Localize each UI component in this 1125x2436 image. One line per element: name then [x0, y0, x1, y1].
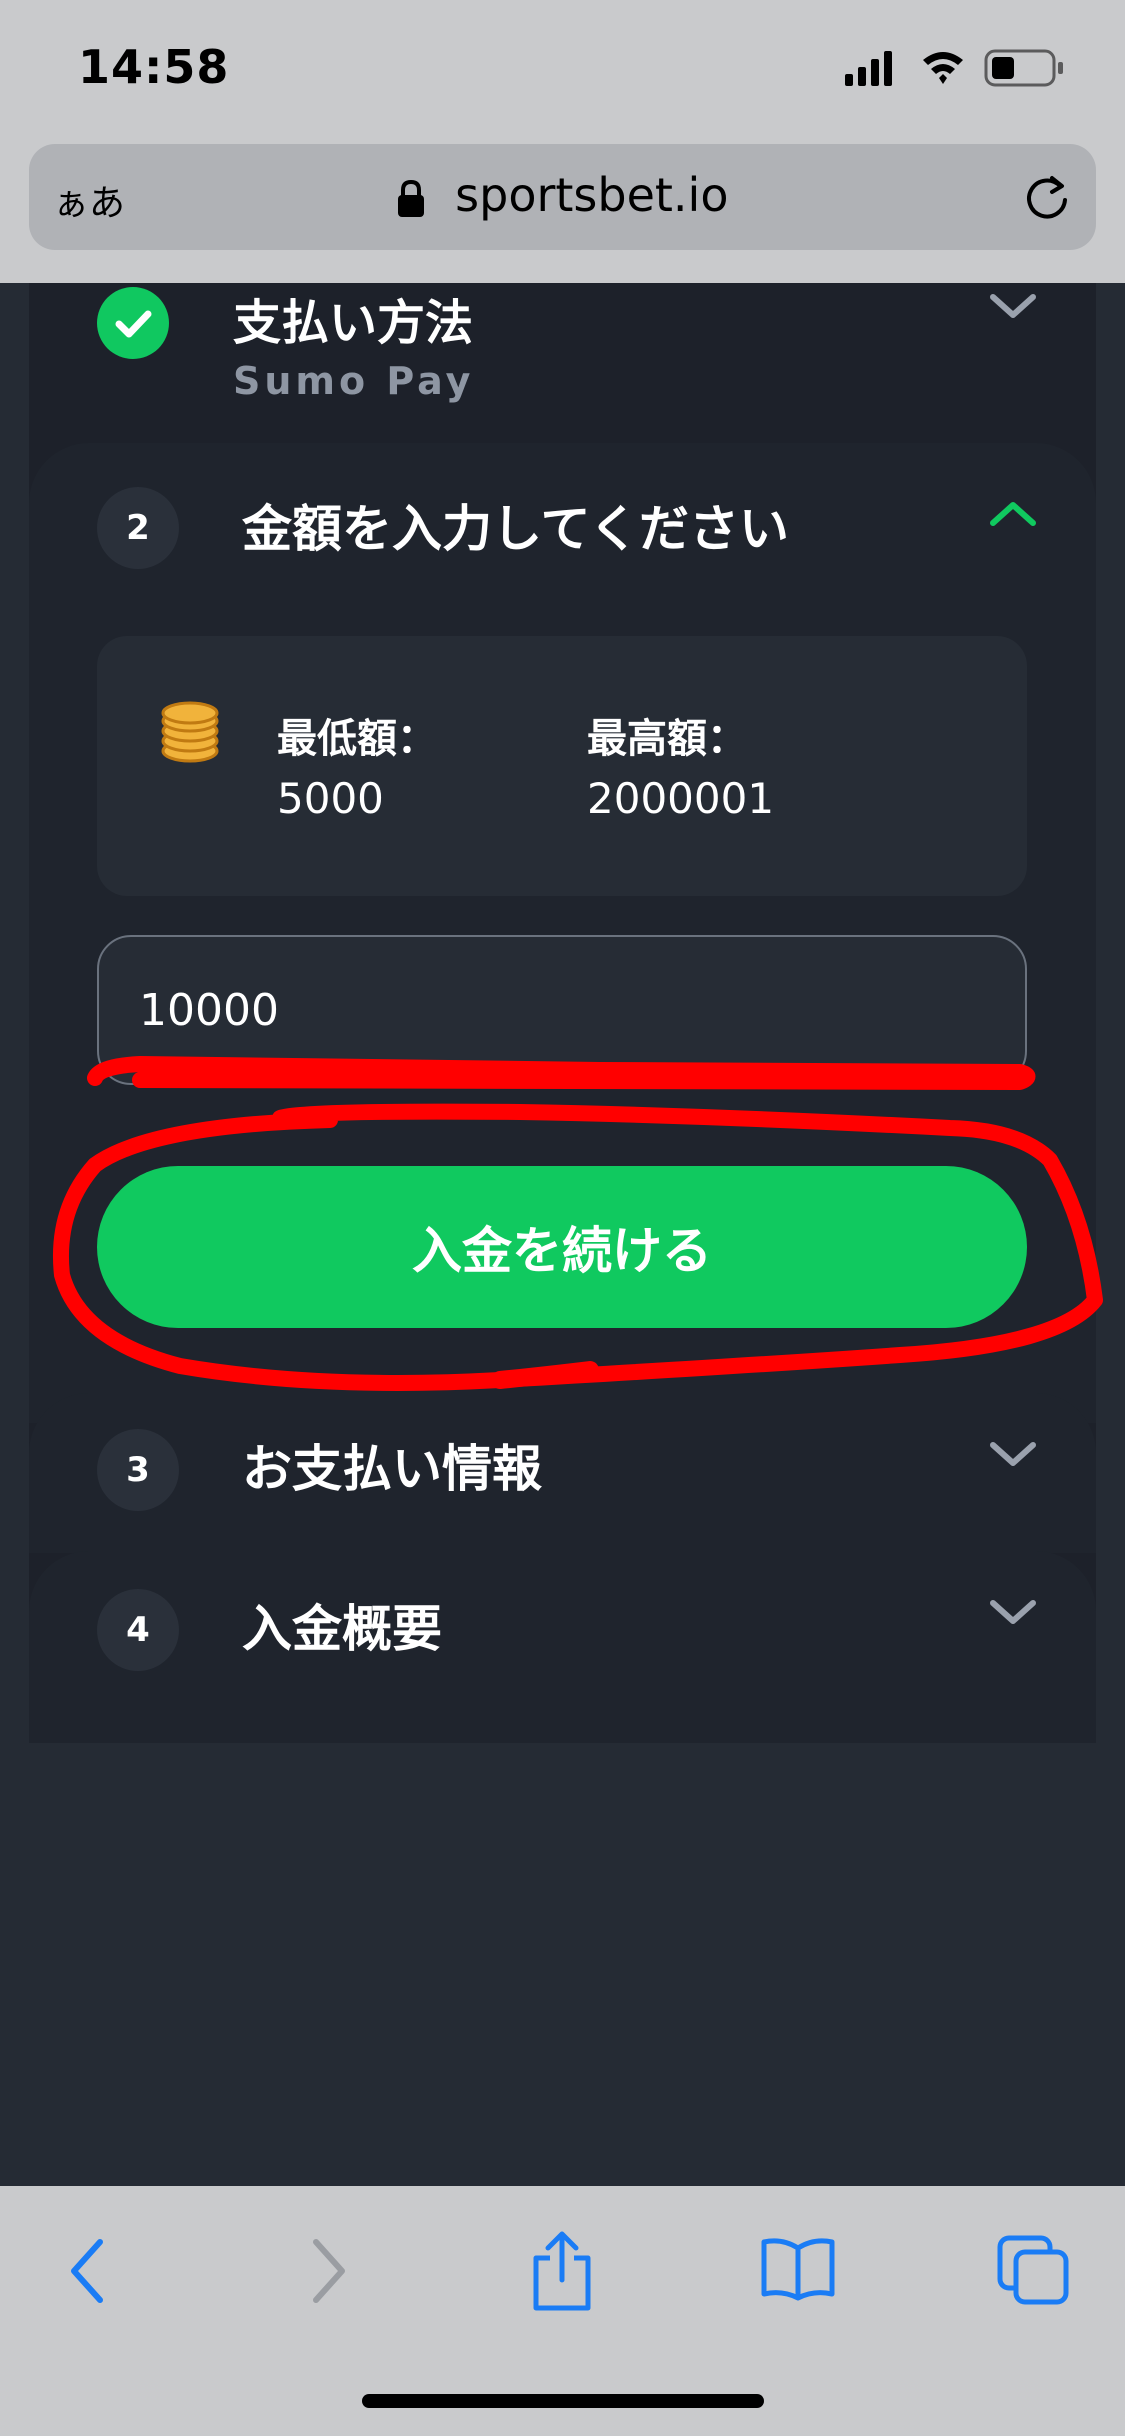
step1-title: 支払い方法	[233, 295, 474, 351]
home-indicator[interactable]	[362, 2394, 764, 2408]
url-text: sportsbet.io	[455, 168, 729, 222]
step-deposit-summary[interactable]: 4 入金概要	[29, 1551, 1096, 1743]
reload-icon[interactable]	[1022, 172, 1072, 222]
share-icon[interactable]	[530, 2230, 594, 2312]
chevron-up-icon[interactable]	[988, 499, 1038, 529]
wifi-icon	[923, 52, 963, 84]
max-amount-label: 最高額：	[587, 716, 747, 762]
browser-chrome: ぁあ sportsbet.io	[0, 140, 1125, 283]
continue-deposit-button[interactable]: 入金を続ける	[97, 1166, 1027, 1328]
chevron-down-icon[interactable]	[988, 291, 1038, 321]
amount-input[interactable]	[97, 935, 1027, 1085]
step4-number: 4	[97, 1589, 179, 1671]
step2-title: 金額を入力してください	[242, 500, 789, 558]
step-enter-amount: 2 金額を入力してください 最低額： 5000 最高額： 2000001 入金を…	[29, 443, 1096, 1423]
chevron-down-icon[interactable]	[988, 1439, 1038, 1469]
status-time: 14:58	[78, 40, 230, 94]
chevron-down-icon[interactable]	[988, 1597, 1038, 1627]
bookmarks-icon[interactable]	[760, 2236, 836, 2302]
lock-icon	[397, 179, 424, 217]
coins-icon	[161, 701, 219, 763]
tabs-icon[interactable]	[996, 2234, 1070, 2306]
deposit-panel: 支払い方法 Sumo Pay 2 金額を入力してください 最低額： 5000 最…	[29, 283, 1096, 1743]
status-bar: 14:58	[0, 0, 1125, 140]
step2-number: 2	[97, 487, 179, 569]
status-icons	[845, 49, 1063, 87]
step3-title: お支払い情報	[242, 1440, 542, 1498]
step-payment-info[interactable]: 3 お支払い情報	[29, 1393, 1096, 1553]
step-payment-method[interactable]: 支払い方法 Sumo Pay	[29, 283, 1096, 443]
step4-title: 入金概要	[242, 1600, 442, 1658]
min-amount-label: 最低額：	[277, 716, 437, 762]
max-amount-value: 2000001	[587, 774, 775, 823]
forward-icon[interactable]	[306, 2236, 352, 2306]
check-icon	[97, 287, 169, 359]
min-amount-value: 5000	[277, 774, 384, 823]
url-display[interactable]: sportsbet.io	[29, 168, 1096, 222]
battery-icon	[984, 49, 1063, 87]
back-icon[interactable]	[64, 2236, 110, 2306]
step1-subtitle: Sumo Pay	[233, 359, 475, 403]
step3-number: 3	[97, 1429, 179, 1511]
deposit-limits-box: 最低額： 5000 最高額： 2000001	[97, 636, 1027, 896]
signal-icon	[845, 51, 892, 86]
address-bar[interactable]: ぁあ sportsbet.io	[29, 144, 1096, 250]
